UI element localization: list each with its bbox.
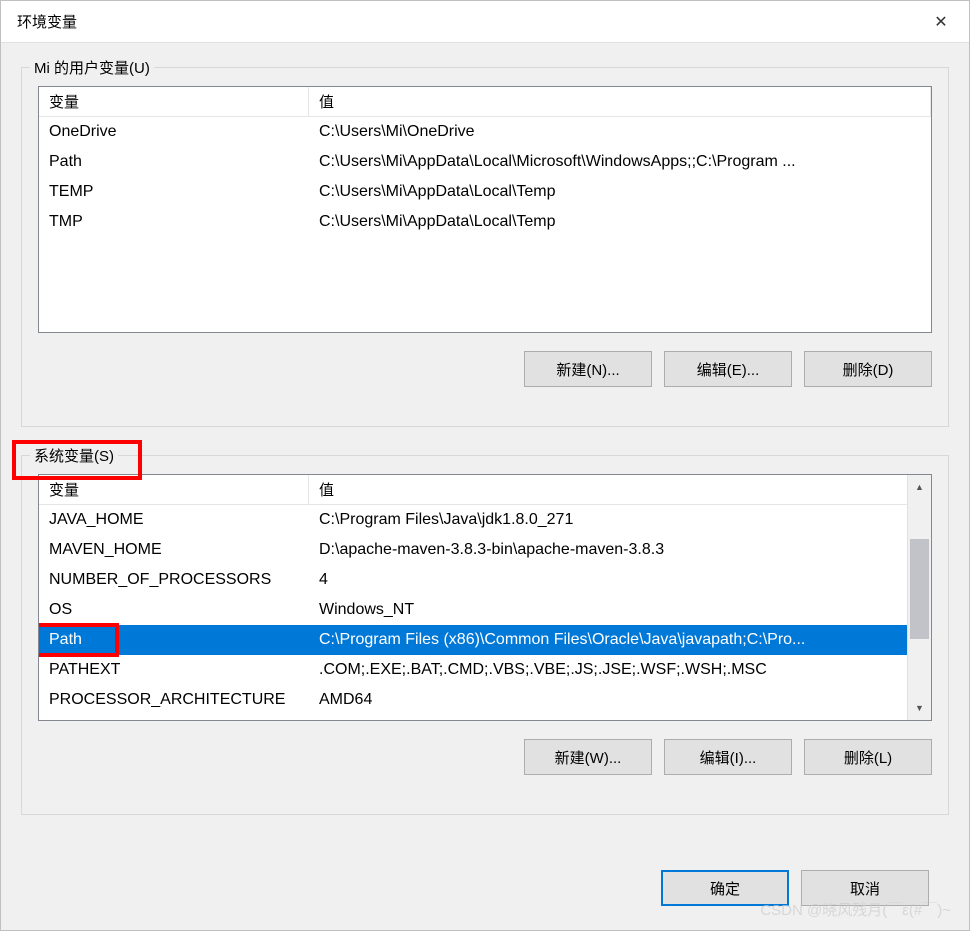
system-vars-list[interactable]: 变量 值 JAVA_HOMEC:\Program Files\Java\jdk1… xyxy=(38,474,932,721)
cell-name: Path xyxy=(39,153,309,171)
user-vars-rows: OneDriveC:\Users\Mi\OneDrivePathC:\Users… xyxy=(39,117,931,237)
cell-name: NUMBER_OF_PROCESSORS xyxy=(39,571,309,589)
table-row[interactable]: NUMBER_OF_PROCESSORS4 xyxy=(39,565,907,595)
table-row[interactable]: PROCESSOR_ARCHITECTUREAMD64 xyxy=(39,685,907,715)
table-row[interactable]: PathC:\Program Files (x86)\Common Files\… xyxy=(39,625,907,655)
table-row[interactable]: OSWindows_NT xyxy=(39,595,907,625)
table-row[interactable]: PathC:\Users\Mi\AppData\Local\Microsoft\… xyxy=(39,147,931,177)
system-new-button[interactable]: 新建(W)... xyxy=(524,739,652,775)
col-value[interactable]: 值 xyxy=(309,475,931,504)
window-title: 环境变量 xyxy=(17,11,77,32)
cell-value: C:\Users\Mi\AppData\Local\Microsoft\Wind… xyxy=(309,153,931,171)
cell-name: OneDrive xyxy=(39,123,309,141)
close-icon[interactable]: ✕ xyxy=(913,1,969,43)
cell-value: Windows_NT xyxy=(309,601,907,619)
ok-button[interactable]: 确定 xyxy=(661,870,789,906)
user-vars-header: 变量 值 xyxy=(39,87,931,117)
table-row[interactable]: TEMPC:\Users\Mi\AppData\Local\Temp xyxy=(39,177,931,207)
system-vars-header: 变量 值 xyxy=(39,475,931,505)
scrollbar[interactable]: ▲ ▼ xyxy=(907,475,931,720)
cell-value: C:\Program Files\Java\jdk1.8.0_271 xyxy=(309,511,907,529)
cell-value: .COM;.EXE;.BAT;.CMD;.VBS;.VBE;.JS;.JSE;.… xyxy=(309,661,907,679)
cell-value: C:\Users\Mi\OneDrive xyxy=(309,123,931,141)
system-delete-button[interactable]: 删除(L) xyxy=(804,739,932,775)
table-row[interactable]: OneDriveC:\Users\Mi\OneDrive xyxy=(39,117,931,147)
scroll-thumb[interactable] xyxy=(910,539,929,639)
cancel-button[interactable]: 取消 xyxy=(801,870,929,906)
scroll-down-icon[interactable]: ▼ xyxy=(908,696,931,720)
user-vars-group: Mi 的用户变量(U) 变量 值 OneDriveC:\Users\Mi\One… xyxy=(21,67,949,427)
system-vars-group: 系统变量(S) 变量 值 JAVA_HOMEC:\Program Files\J… xyxy=(21,455,949,815)
table-row[interactable]: PROCESSOR_IDENTIFIERIntel64 Family 6 Mod… xyxy=(39,715,907,721)
user-vars-buttons: 新建(N)... 编辑(E)... 删除(D) xyxy=(38,351,932,387)
user-edit-button[interactable]: 编辑(E)... xyxy=(664,351,792,387)
system-vars-rows: JAVA_HOMEC:\Program Files\Java\jdk1.8.0_… xyxy=(39,505,931,721)
col-value[interactable]: 值 xyxy=(309,87,931,116)
table-row[interactable]: TMPC:\Users\Mi\AppData\Local\Temp xyxy=(39,207,931,237)
cell-name: OS xyxy=(39,601,309,619)
cell-name: PATHEXT xyxy=(39,661,309,679)
cell-name: JAVA_HOME xyxy=(39,511,309,529)
cell-value: 4 xyxy=(309,571,907,589)
titlebar: 环境变量 ✕ xyxy=(1,1,969,43)
cell-value: C:\Program Files (x86)\Common Files\Orac… xyxy=(309,631,907,649)
user-vars-list[interactable]: 变量 值 OneDriveC:\Users\Mi\OneDrivePathC:\… xyxy=(38,86,932,333)
cell-value: AMD64 xyxy=(309,691,907,709)
table-row[interactable]: JAVA_HOMEC:\Program Files\Java\jdk1.8.0_… xyxy=(39,505,907,535)
scroll-track[interactable] xyxy=(908,499,931,696)
cell-name: TMP xyxy=(39,213,309,231)
dialog-content: Mi 的用户变量(U) 变量 值 OneDriveC:\Users\Mi\One… xyxy=(1,43,969,930)
env-vars-dialog: 环境变量 ✕ Mi 的用户变量(U) 变量 值 OneDriveC:\Users… xyxy=(0,0,970,931)
user-new-button[interactable]: 新建(N)... xyxy=(524,351,652,387)
user-delete-button[interactable]: 删除(D) xyxy=(804,351,932,387)
cell-value: C:\Users\Mi\AppData\Local\Temp xyxy=(309,183,931,201)
table-row[interactable]: MAVEN_HOMED:\apache-maven-3.8.3-bin\apac… xyxy=(39,535,907,565)
cell-name: MAVEN_HOME xyxy=(39,541,309,559)
system-edit-button[interactable]: 编辑(I)... xyxy=(664,739,792,775)
col-variable[interactable]: 变量 xyxy=(39,475,309,504)
cell-value: C:\Users\Mi\AppData\Local\Temp xyxy=(309,213,931,231)
system-vars-legend: 系统变量(S) xyxy=(30,445,118,466)
cell-name: PROCESSOR_ARCHITECTURE xyxy=(39,691,309,709)
dialog-buttons: 确定 取消 xyxy=(661,870,949,906)
cell-name: TEMP xyxy=(39,183,309,201)
col-variable[interactable]: 变量 xyxy=(39,87,309,116)
user-vars-legend: Mi 的用户变量(U) xyxy=(30,57,154,78)
cell-name: Path xyxy=(39,631,309,649)
table-row[interactable]: PATHEXT.COM;.EXE;.BAT;.CMD;.VBS;.VBE;.JS… xyxy=(39,655,907,685)
system-vars-buttons: 新建(W)... 编辑(I)... 删除(L) xyxy=(38,739,932,775)
cell-value: D:\apache-maven-3.8.3-bin\apache-maven-3… xyxy=(309,541,907,559)
scroll-up-icon[interactable]: ▲ xyxy=(908,475,931,499)
